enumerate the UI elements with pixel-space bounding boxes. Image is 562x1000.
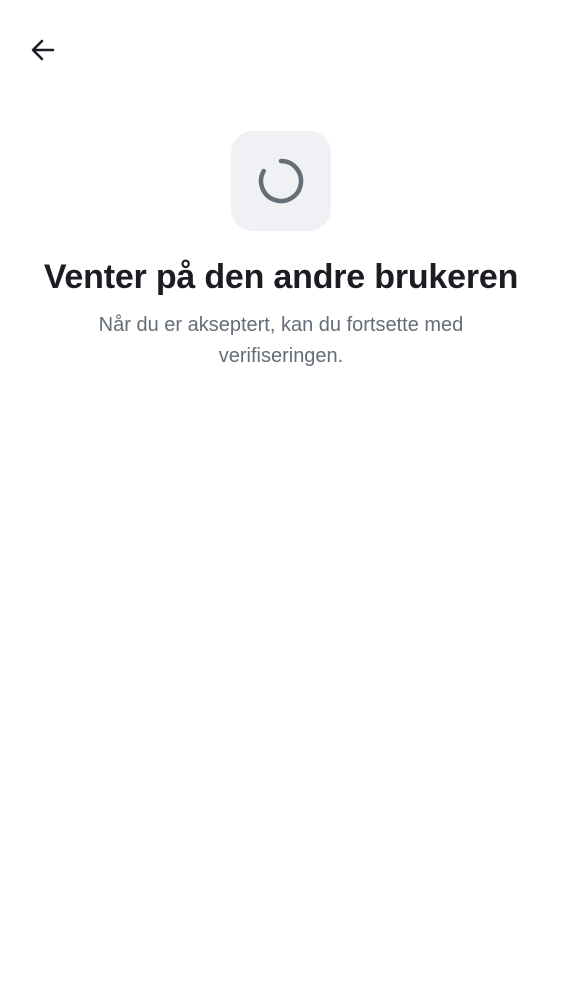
page-subtitle: Når du er akseptert, kan du fortsette me… [98,314,464,367]
page-title: Venter på den andre brukeren [43,258,519,296]
verification-waiting-screen: Venter på den andre brukeren Når du er a… [0,0,562,1000]
arrow-left-icon [29,36,57,64]
loading-spinner-icon [257,157,305,205]
back-button[interactable] [22,29,64,71]
loading-indicator [231,131,331,231]
